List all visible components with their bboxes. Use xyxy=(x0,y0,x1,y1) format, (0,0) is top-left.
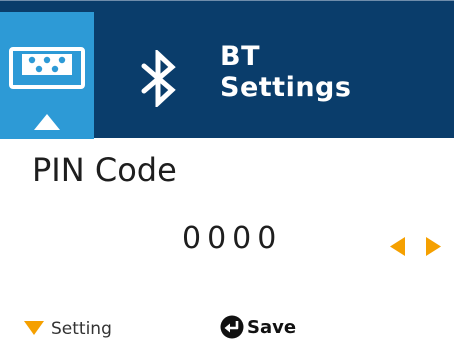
down-triangle-icon xyxy=(24,321,44,335)
header-bar: BT Settings xyxy=(0,0,454,139)
page-title: BT Settings xyxy=(220,41,351,103)
page-title-line1: BT xyxy=(220,41,260,72)
printer-icon xyxy=(9,47,85,89)
bluetooth-icon xyxy=(141,50,176,107)
page-title-line2: Settings xyxy=(220,72,352,103)
arrow-left-icon[interactable] xyxy=(390,237,405,256)
arrow-right-icon[interactable] xyxy=(426,237,441,256)
printer-tile[interactable] xyxy=(0,12,94,139)
up-triangle-icon xyxy=(34,114,60,130)
setting-label[interactable]: Setting xyxy=(51,318,112,340)
enter-icon xyxy=(220,315,244,339)
pin-code-value[interactable]: 0000 xyxy=(182,222,282,256)
save-label[interactable]: Save xyxy=(247,316,296,340)
pin-code-label: PIN Code xyxy=(32,151,177,189)
